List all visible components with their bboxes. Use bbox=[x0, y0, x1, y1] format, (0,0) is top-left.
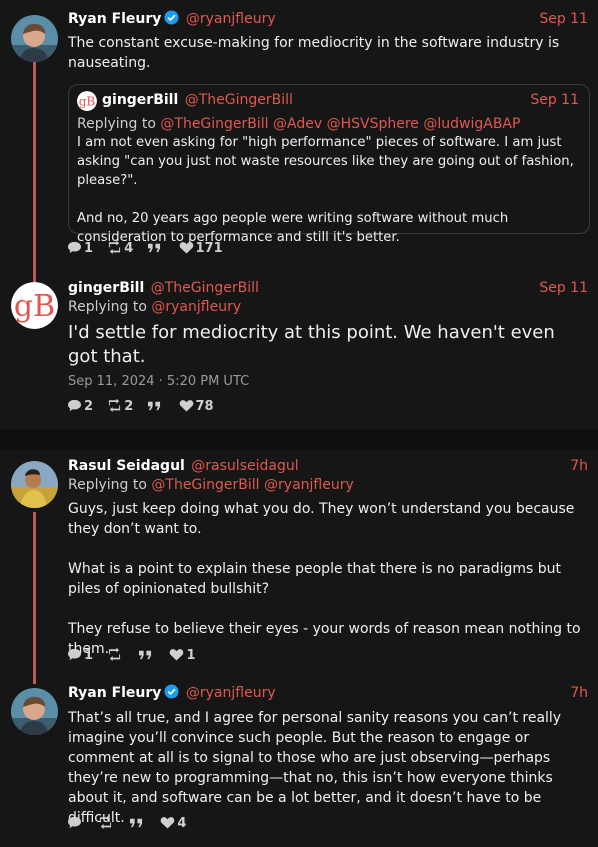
quote-count[interactable] bbox=[129, 815, 146, 833]
avatar[interactable] bbox=[11, 461, 58, 508]
mention-link[interactable]: @HSVSphere bbox=[327, 116, 419, 132]
replying-label: Replying to bbox=[77, 116, 156, 132]
replying-label: Replying to bbox=[68, 299, 147, 315]
heart-icon bbox=[160, 816, 175, 829]
comment-count[interactable]: 1 bbox=[67, 647, 93, 665]
svg-text:gB: gB bbox=[79, 95, 96, 109]
retweet-count[interactable]: 4 bbox=[107, 240, 133, 258]
replying-label: Replying to bbox=[68, 477, 147, 493]
tweet-header: Ryan Fleury @ryanjfleury Sep 11 bbox=[68, 9, 588, 29]
quote-count[interactable] bbox=[138, 647, 155, 665]
retweet-icon bbox=[107, 399, 122, 412]
quote-count[interactable] bbox=[147, 240, 164, 258]
comment-count[interactable] bbox=[67, 815, 84, 833]
avatar: gB bbox=[77, 91, 97, 111]
fullname[interactable]: Rasul Seidagul bbox=[68, 458, 185, 474]
quote-icon bbox=[147, 399, 162, 412]
fullname[interactable]: gingerBill bbox=[68, 280, 144, 296]
username[interactable]: @ryanjfleury bbox=[186, 11, 276, 27]
tweet-content: The constant excuse-making for mediocrit… bbox=[68, 35, 564, 71]
tweet-content: That’s all true, and I agree for persona… bbox=[68, 710, 566, 826]
tweet-gingerbill-main[interactable]: gB gingerBill @TheGingerBill Sep 11 Repl… bbox=[0, 270, 598, 429]
tweet-ryan-fleury-main[interactable]: Ryan Fleury @ryanjfleury Sep 11 The cons… bbox=[0, 0, 598, 265]
tweet-stats: 1 1 bbox=[67, 647, 206, 665]
tweet-date[interactable]: 7h bbox=[570, 456, 588, 476]
quote-count[interactable] bbox=[147, 398, 164, 416]
username[interactable]: @TheGingerBill bbox=[151, 280, 259, 296]
tweet-header: Rasul Seidagul @rasulseidagul 7h bbox=[68, 456, 588, 476]
tweet-content: Guys, just keep doing what you do. They … bbox=[68, 501, 581, 657]
svg-text:gB: gB bbox=[14, 289, 55, 324]
avatar[interactable] bbox=[11, 15, 58, 62]
tweet-date[interactable]: Sep 11 bbox=[530, 90, 579, 110]
quote-icon bbox=[129, 816, 144, 829]
tweet-date[interactable]: 7h bbox=[570, 683, 588, 703]
tweet-date[interactable]: Sep 11 bbox=[539, 278, 588, 298]
like-count[interactable]: 78 bbox=[179, 398, 214, 416]
avatar[interactable]: gB bbox=[11, 282, 58, 329]
quote-content: I am not even asking for "high performan… bbox=[77, 135, 574, 245]
replying-to: Replying to @TheGingerBill @ryanjfleury bbox=[68, 475, 354, 495]
tweet-header: gingerBill @TheGingerBill Sep 11 bbox=[68, 278, 588, 298]
avatar[interactable] bbox=[11, 688, 58, 735]
tweet-ryan-fleury-reply[interactable]: Ryan Fleury @ryanjfleury 7h That’s all t… bbox=[0, 678, 598, 847]
fullname[interactable]: Ryan Fleury bbox=[68, 11, 161, 27]
heart-icon bbox=[179, 399, 194, 412]
tweet-published[interactable]: Sep 11, 2024 · 5:20 PM UTC bbox=[68, 373, 249, 391]
tweet-date[interactable]: Sep 11 bbox=[539, 9, 588, 29]
reply-thread: Rasul Seidagul @rasulseidagul 7h Replyin… bbox=[0, 450, 598, 847]
quote-header: gingerBill @TheGingerBill Sep 11 bbox=[102, 90, 579, 110]
tweet-content: I'd settle for mediocrity at this point.… bbox=[68, 322, 561, 367]
tweet-stats: 2 2 78 bbox=[67, 398, 224, 416]
tweet-header: Ryan Fleury @ryanjfleury 7h bbox=[68, 683, 588, 703]
retweet-icon bbox=[107, 241, 122, 254]
fullname[interactable]: gingerBill bbox=[102, 92, 178, 108]
retweet-count[interactable] bbox=[98, 815, 115, 833]
like-count[interactable]: 171 bbox=[179, 240, 223, 258]
mention-link[interactable]: @ryanjfleury bbox=[151, 299, 241, 315]
like-count[interactable]: 4 bbox=[160, 815, 186, 833]
tweet-stats: 4 bbox=[67, 815, 196, 833]
conversation-thread: Ryan Fleury @ryanjfleury Sep 11 The cons… bbox=[0, 0, 598, 429]
like-count[interactable]: 1 bbox=[169, 647, 196, 665]
comment-count[interactable]: 2 bbox=[67, 398, 93, 416]
comment-icon bbox=[67, 241, 82, 254]
replying-to: Replying to @ryanjfleury bbox=[68, 297, 241, 317]
thread-separator bbox=[0, 429, 598, 450]
comment-icon bbox=[67, 816, 82, 829]
quote-icon bbox=[138, 648, 153, 661]
mention-link[interactable]: @TheGingerBill bbox=[151, 477, 259, 493]
tweet-stats: 1 4 171 bbox=[67, 240, 233, 258]
quoted-tweet[interactable]: gB gingerBill @TheGingerBill Sep 11 Repl… bbox=[68, 84, 590, 245]
heart-icon bbox=[179, 241, 194, 254]
retweet-count[interactable]: 2 bbox=[107, 398, 133, 416]
replying-to: Replying to @TheGingerBill @Adev @HSVSph… bbox=[77, 114, 520, 134]
retweet-icon bbox=[98, 816, 113, 829]
mention-link[interactable]: @TheGingerBill bbox=[160, 116, 268, 132]
heart-icon bbox=[169, 648, 184, 661]
username[interactable]: @ryanjfleury bbox=[186, 685, 276, 701]
retweet-icon bbox=[107, 648, 122, 661]
quote-icon bbox=[147, 241, 162, 254]
mention-link[interactable]: @Adev bbox=[273, 116, 322, 132]
mention-link[interactable]: @ludwigABAP bbox=[423, 116, 520, 132]
username[interactable]: @rasulseidagul bbox=[191, 458, 298, 474]
mention-link[interactable]: @ryanjfleury bbox=[264, 477, 354, 493]
verified-badge-icon bbox=[164, 10, 179, 25]
tweet-rasul-seidagul-reply[interactable]: Rasul Seidagul @rasulseidagul 7h Replyin… bbox=[0, 450, 598, 675]
comment-icon bbox=[67, 399, 82, 412]
username[interactable]: @TheGingerBill bbox=[185, 92, 293, 108]
retweet-count[interactable] bbox=[107, 647, 124, 665]
comment-count[interactable]: 1 bbox=[67, 240, 93, 258]
verified-badge-icon bbox=[164, 684, 179, 699]
comment-icon bbox=[67, 648, 82, 661]
fullname[interactable]: Ryan Fleury bbox=[68, 685, 161, 701]
